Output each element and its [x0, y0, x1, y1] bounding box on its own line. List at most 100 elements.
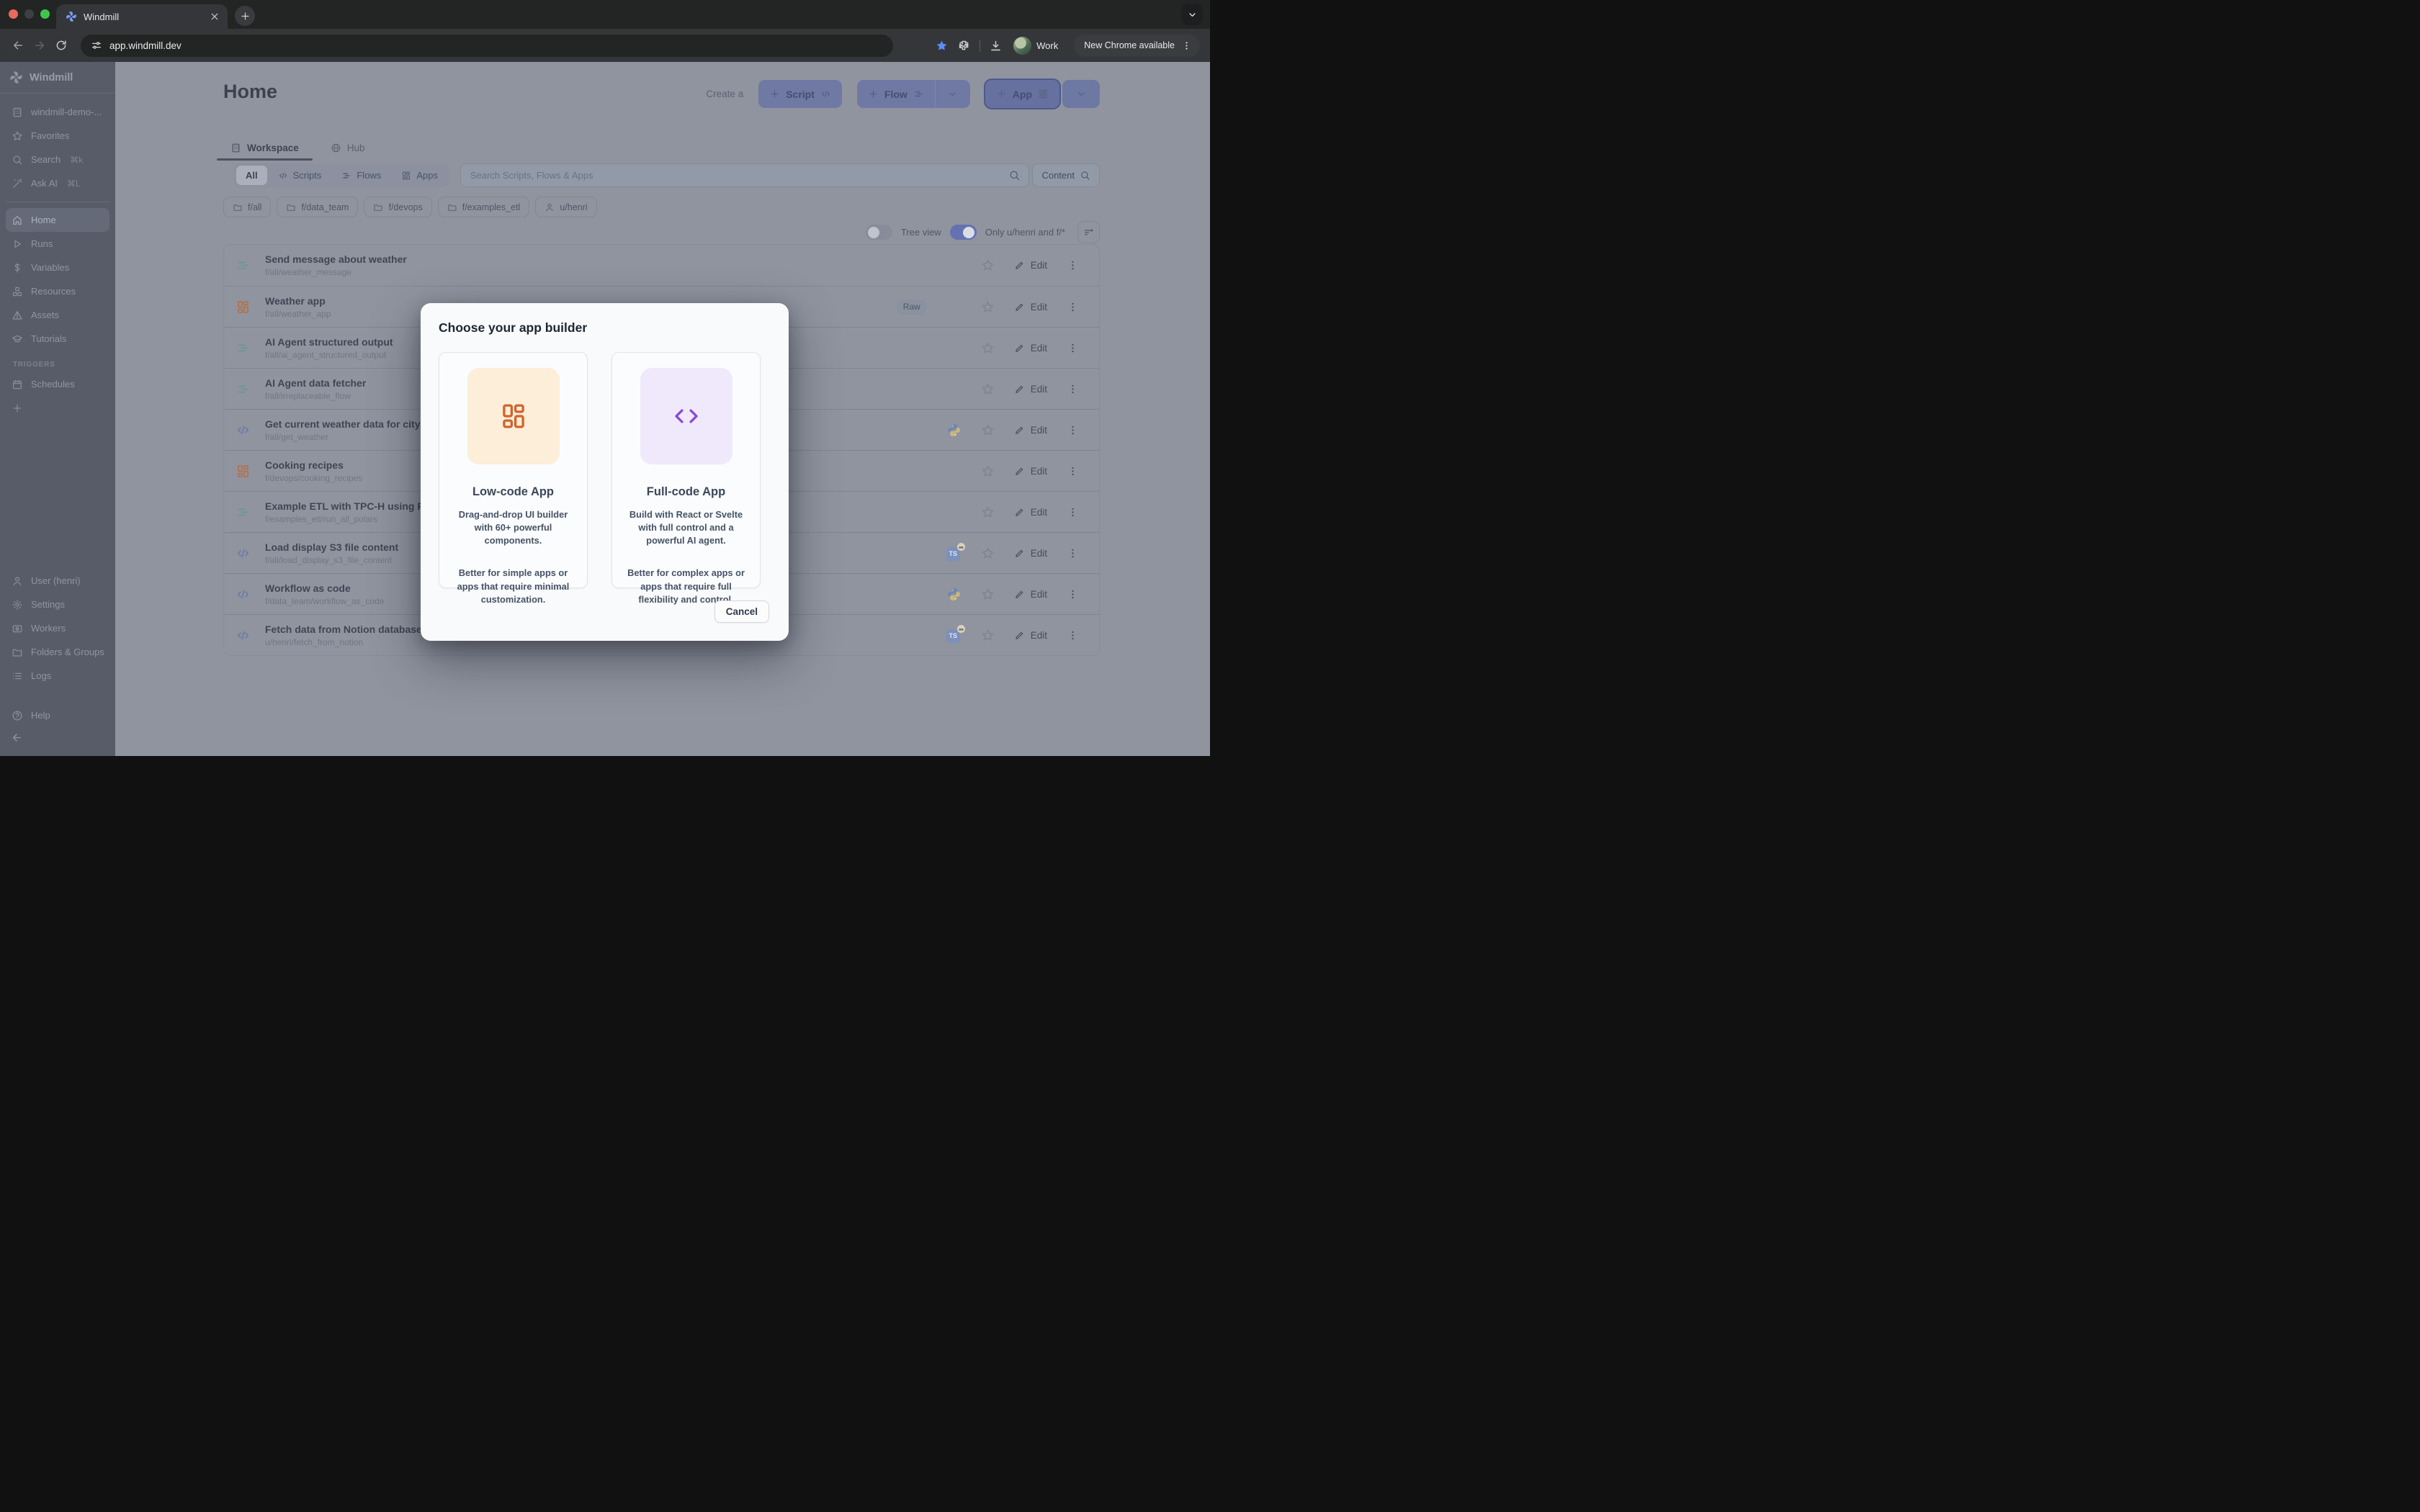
sidebar-trigger-label: Schedules	[31, 379, 75, 390]
sidebar-nav-item[interactable]: Home	[6, 208, 109, 232]
only-owner-toggle[interactable]	[950, 225, 977, 240]
row-menu-icon[interactable]	[1067, 424, 1079, 436]
kebab-menu-icon[interactable]	[1181, 40, 1192, 51]
list-item[interactable]: Send message about weather f/all/weather…	[224, 245, 1099, 286]
screen: Windmill app.windmill.dev Work	[0, 0, 1210, 756]
edit-button[interactable]: Edit	[1014, 384, 1047, 395]
collapse-sidebar-button[interactable]	[0, 727, 115, 756]
flow-icon	[236, 382, 251, 397]
sidebar-logo[interactable]: Windmill	[0, 62, 115, 94]
row-menu-icon[interactable]	[1067, 383, 1079, 395]
tree-view-toggle[interactable]	[866, 225, 892, 240]
address-bar[interactable]: app.windmill.dev	[81, 35, 893, 57]
pencil-icon	[1014, 548, 1025, 559]
type-filter-segment[interactable]: Scripts	[269, 166, 331, 185]
row-menu-icon[interactable]	[1067, 506, 1079, 518]
favorite-star-icon[interactable]	[981, 300, 995, 314]
sidebar-item[interactable]: Search ⌘k	[6, 148, 109, 171]
create-script-button[interactable]: Script	[758, 80, 842, 108]
site-settings-icon[interactable]	[91, 40, 102, 51]
row-menu-icon[interactable]	[1067, 342, 1079, 354]
sidebar-bottom-item[interactable]: Workers	[6, 616, 109, 640]
folder-chip[interactable]: f/data_team	[277, 197, 358, 217]
tab-hub[interactable]: Hub	[323, 137, 372, 159]
chrome-update-button[interactable]: New Chrome available	[1074, 35, 1200, 57]
sidebar-bottom-item[interactable]: Logs	[6, 664, 109, 688]
extensions-button[interactable]	[957, 39, 971, 53]
profile-chip[interactable]: Work	[1011, 35, 1065, 56]
sidebar-nav-item[interactable]: Runs	[6, 232, 109, 256]
type-filter-segment[interactable]: Flows	[332, 166, 390, 185]
folder-chip[interactable]: f/all	[223, 197, 271, 217]
reload-button[interactable]	[53, 37, 69, 53]
folder-chip[interactable]: u/henri	[535, 197, 596, 217]
minimize-window-button[interactable]	[24, 9, 34, 19]
content-search-button[interactable]: Content	[1032, 163, 1100, 187]
edit-button[interactable]: Edit	[1014, 507, 1047, 518]
search-input[interactable]	[460, 163, 1029, 187]
tab-close-icon[interactable]	[209, 11, 220, 22]
favorite-star-icon[interactable]	[981, 423, 995, 437]
favorite-star-icon[interactable]	[981, 505, 995, 519]
app-dropdown-button[interactable]	[1062, 80, 1100, 108]
sidebar-nav-item[interactable]: Variables	[6, 256, 109, 279]
sidebar-trigger-item[interactable]: Schedules	[6, 372, 109, 396]
favorite-star-icon[interactable]	[981, 341, 995, 355]
forward-button[interactable]	[32, 37, 48, 53]
tab-search-button[interactable]	[1181, 4, 1203, 25]
edit-label: Edit	[1031, 630, 1047, 641]
edit-button[interactable]: Edit	[1014, 630, 1047, 641]
edit-button[interactable]: Edit	[1014, 302, 1047, 312]
row-menu-icon[interactable]	[1067, 588, 1079, 600]
tab-workspace[interactable]: Workspace	[223, 137, 306, 159]
row-menu-icon[interactable]	[1067, 259, 1079, 271]
folder-chip[interactable]: f/examples_etl	[438, 197, 530, 217]
favorite-star-icon[interactable]	[981, 629, 995, 642]
sidebar-bottom-item[interactable]: User (henri)	[6, 569, 109, 593]
sidebar-bottom-item[interactable]: Folders & Groups	[6, 640, 109, 664]
sidebar-nav-item[interactable]: Tutorials	[6, 327, 109, 351]
sidebar-nav-item[interactable]: Resources	[6, 279, 109, 303]
sidebar-item[interactable]: Ask AI ⌘L	[6, 171, 109, 195]
sidebar-item-help[interactable]: Help	[6, 703, 109, 727]
filter-settings-button[interactable]	[1077, 221, 1100, 243]
row-menu-icon[interactable]	[1067, 465, 1079, 477]
close-window-button[interactable]	[9, 9, 18, 19]
favorite-star-icon[interactable]	[981, 382, 995, 396]
downloads-button[interactable]	[989, 39, 1003, 53]
zoom-window-button[interactable]	[40, 9, 50, 19]
favorite-star-icon[interactable]	[981, 546, 995, 560]
edit-button[interactable]: Edit	[1014, 260, 1047, 271]
row-menu-icon[interactable]	[1067, 547, 1079, 559]
favorite-star-icon[interactable]	[981, 588, 995, 601]
flow-dropdown-button[interactable]	[935, 80, 970, 108]
sidebar-item[interactable]: Favorites	[6, 124, 109, 148]
favorite-star-icon[interactable]	[981, 464, 995, 478]
sidebar-bottom-item[interactable]: Settings	[6, 593, 109, 616]
builder-card[interactable]: Low-code App Drag-and-drop UI builder wi…	[439, 352, 588, 588]
create-flow-button[interactable]: Flow	[857, 80, 935, 108]
tree-view-label: Tree view	[901, 227, 941, 238]
sidebar-nav-item[interactable]: Assets	[6, 303, 109, 327]
row-menu-icon[interactable]	[1067, 629, 1079, 642]
window-controls[interactable]	[9, 9, 50, 19]
cancel-button[interactable]: Cancel	[714, 600, 769, 623]
edit-button[interactable]: Edit	[1014, 466, 1047, 477]
builder-card[interactable]: Full-code App Build with React or Svelte…	[611, 352, 761, 588]
type-filter-segment[interactable]: All	[236, 166, 267, 185]
back-button[interactable]	[10, 37, 26, 53]
sidebar-item-workspace[interactable]: windmill-demo-...	[6, 100, 109, 124]
edit-button[interactable]: Edit	[1014, 425, 1047, 436]
edit-button[interactable]: Edit	[1014, 343, 1047, 354]
browser-tab[interactable]: Windmill	[56, 4, 228, 29]
bookmark-button[interactable]	[935, 39, 949, 53]
type-filter-segment[interactable]: Apps	[392, 166, 447, 185]
folder-chip[interactable]: f/devops	[364, 197, 431, 217]
row-menu-icon[interactable]	[1067, 301, 1079, 313]
new-tab-button[interactable]	[235, 6, 255, 26]
add-trigger-button[interactable]	[6, 396, 109, 420]
create-app-button[interactable]: App	[985, 80, 1059, 108]
favorite-star-icon[interactable]	[981, 258, 995, 272]
edit-button[interactable]: Edit	[1014, 548, 1047, 559]
edit-button[interactable]: Edit	[1014, 589, 1047, 600]
